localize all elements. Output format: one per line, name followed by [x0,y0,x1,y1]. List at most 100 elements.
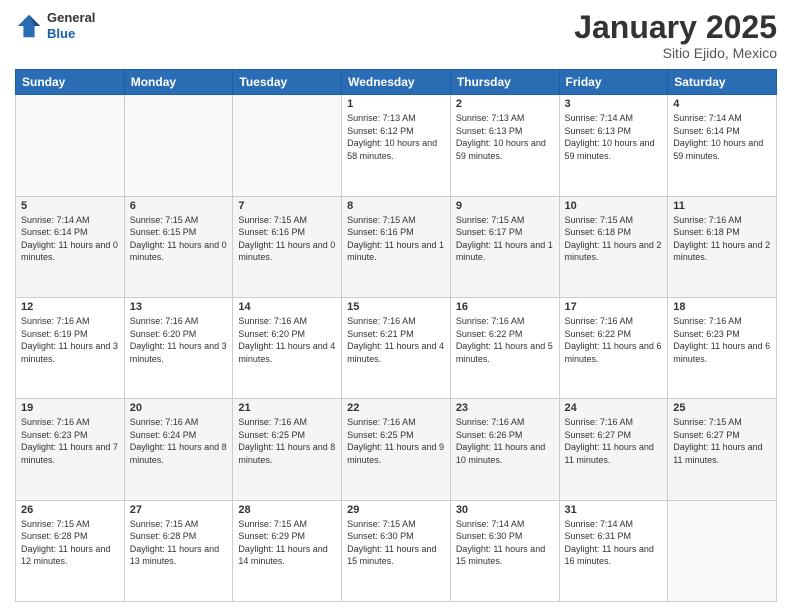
day-info: Sunrise: 7:16 AM Sunset: 6:23 PM Dayligh… [21,416,119,466]
day-number: 17 [565,301,663,313]
calendar-cell: 29 Sunrise: 7:15 AM Sunset: 6:30 PM Dayli… [342,500,451,601]
day-number: 23 [456,402,554,414]
day-info: Sunrise: 7:13 AM Sunset: 6:12 PM Dayligh… [347,112,445,162]
col-wednesday: Wednesday [342,70,451,95]
col-friday: Friday [559,70,668,95]
day-info: Sunrise: 7:14 AM Sunset: 6:13 PM Dayligh… [565,112,663,162]
calendar-cell: 18Sunrise: 7:16 AM Sunset: 6:23 PM Dayli… [668,297,777,398]
calendar-cell: 7Sunrise: 7:15 AM Sunset: 6:16 PM Daylig… [233,196,342,297]
day-number: 22 [347,402,445,414]
day-info: Sunrise: 7:13 AM Sunset: 6:13 PM Dayligh… [456,112,554,162]
calendar-cell: 28 Sunrise: 7:15 AM Sunset: 6:29 PM Dayli… [233,500,342,601]
day-number: 18 [673,301,771,313]
calendar-cell: 26 Sunrise: 7:15 AM Sunset: 6:28 PM Dayli… [16,500,125,601]
calendar-cell: 30 Sunrise: 7:14 AM Sunset: 6:30 PM Dayli… [450,500,559,601]
calendar-cell: 15 Sunrise: 7:16 AM Sunset: 6:21 PM Dayli… [342,297,451,398]
day-number: 10 [565,200,663,212]
calendar-cell: 23 Sunrise: 7:16 AM Sunset: 6:26 PM Dayli… [450,399,559,500]
day-number: 9 [456,200,554,212]
day-info: Sunrise: 7:16 AM Sunset: 6:22 PM Dayligh… [456,315,554,365]
day-info: Sunrise: 7:16 AM Sunset: 6:18 PM Dayligh… [673,214,771,264]
day-number: 26 [21,504,119,516]
calendar-cell: 27 Sunrise: 7:15 AM Sunset: 6:28 PM Dayli… [124,500,233,601]
logo-general-label: General [47,10,95,26]
day-info: Sunrise: 7:16 AM Sunset: 6:20 PM Dayligh… [238,315,336,365]
calendar-week-0: 1 Sunrise: 7:13 AM Sunset: 6:12 PM Daylig… [16,95,777,196]
calendar-cell: 4 Sunrise: 7:14 AM Sunset: 6:14 PM Daylig… [668,95,777,196]
title-block: January 2025 Sitio Ejido, Mexico [574,10,777,61]
calendar-cell: 17 Sunrise: 7:16 AM Sunset: 6:22 PM Dayli… [559,297,668,398]
day-number: 21 [238,402,336,414]
day-number: 14 [238,301,336,313]
day-info: Sunrise: 7:16 AM Sunset: 6:25 PM Dayligh… [347,416,445,466]
calendar-table: Sunday Monday Tuesday Wednesday Thursday… [15,69,777,602]
calendar-cell: 25 Sunrise: 7:15 AM Sunset: 6:27 PM Dayli… [668,399,777,500]
day-info: Sunrise: 7:15 AM Sunset: 6:30 PM Dayligh… [347,518,445,568]
calendar-cell [16,95,125,196]
subtitle: Sitio Ejido, Mexico [574,45,777,61]
logo-text: General Blue [47,10,95,41]
day-number: 28 [238,504,336,516]
day-info: Sunrise: 7:15 AM Sunset: 6:18 PM Dayligh… [565,214,663,264]
day-info: Sunrise: 7:16 AM Sunset: 6:22 PM Dayligh… [565,315,663,365]
day-info: Sunrise: 7:15 AM Sunset: 6:28 PM Dayligh… [21,518,119,568]
page: General Blue January 2025 Sitio Ejido, M… [0,0,792,612]
day-info: Sunrise: 7:14 AM Sunset: 6:14 PM Dayligh… [21,214,119,264]
logo-icon [15,12,43,40]
calendar-cell: 24Sunrise: 7:16 AM Sunset: 6:27 PM Dayli… [559,399,668,500]
day-info: Sunrise: 7:15 AM Sunset: 6:15 PM Dayligh… [130,214,228,264]
day-number: 31 [565,504,663,516]
day-number: 29 [347,504,445,516]
day-info: Sunrise: 7:16 AM Sunset: 6:25 PM Dayligh… [238,416,336,466]
day-info: Sunrise: 7:15 AM Sunset: 6:29 PM Dayligh… [238,518,336,568]
calendar-cell: 31 Sunrise: 7:14 AM Sunset: 6:31 PM Dayli… [559,500,668,601]
calendar-cell: 10 Sunrise: 7:15 AM Sunset: 6:18 PM Dayli… [559,196,668,297]
calendar-cell: 6Sunrise: 7:15 AM Sunset: 6:15 PM Daylig… [124,196,233,297]
calendar-cell: 14 Sunrise: 7:16 AM Sunset: 6:20 PM Dayli… [233,297,342,398]
day-info: Sunrise: 7:16 AM Sunset: 6:19 PM Dayligh… [21,315,119,365]
calendar-cell: 9 Sunrise: 7:15 AM Sunset: 6:17 PM Daylig… [450,196,559,297]
logo: General Blue [15,10,95,41]
day-info: Sunrise: 7:16 AM Sunset: 6:26 PM Dayligh… [456,416,554,466]
day-number: 15 [347,301,445,313]
day-info: Sunrise: 7:16 AM Sunset: 6:27 PM Dayligh… [565,416,663,466]
day-info: Sunrise: 7:15 AM Sunset: 6:16 PM Dayligh… [347,214,445,264]
day-number: 1 [347,98,445,110]
day-info: Sunrise: 7:14 AM Sunset: 6:31 PM Dayligh… [565,518,663,568]
day-number: 20 [130,402,228,414]
day-info: Sunrise: 7:16 AM Sunset: 6:20 PM Dayligh… [130,315,228,365]
day-info: Sunrise: 7:15 AM Sunset: 6:17 PM Dayligh… [456,214,554,264]
day-info: Sunrise: 7:16 AM Sunset: 6:24 PM Dayligh… [130,416,228,466]
calendar-cell: 19 Sunrise: 7:16 AM Sunset: 6:23 PM Dayli… [16,399,125,500]
calendar-cell: 12Sunrise: 7:16 AM Sunset: 6:19 PM Dayli… [16,297,125,398]
day-info: Sunrise: 7:16 AM Sunset: 6:21 PM Dayligh… [347,315,445,365]
day-number: 27 [130,504,228,516]
calendar-cell [668,500,777,601]
calendar-cell: 1 Sunrise: 7:13 AM Sunset: 6:12 PM Daylig… [342,95,451,196]
day-number: 4 [673,98,771,110]
day-number: 11 [673,200,771,212]
calendar-header-row: Sunday Monday Tuesday Wednesday Thursday… [16,70,777,95]
calendar-cell: 3Sunrise: 7:14 AM Sunset: 6:13 PM Daylig… [559,95,668,196]
day-info: Sunrise: 7:15 AM Sunset: 6:27 PM Dayligh… [673,416,771,466]
day-info: Sunrise: 7:14 AM Sunset: 6:30 PM Dayligh… [456,518,554,568]
calendar-cell [124,95,233,196]
calendar-cell: 8Sunrise: 7:15 AM Sunset: 6:16 PM Daylig… [342,196,451,297]
day-info: Sunrise: 7:15 AM Sunset: 6:28 PM Dayligh… [130,518,228,568]
calendar-cell: 16 Sunrise: 7:16 AM Sunset: 6:22 PM Dayli… [450,297,559,398]
day-number: 30 [456,504,554,516]
day-number: 5 [21,200,119,212]
day-number: 16 [456,301,554,313]
logo-blue-label: Blue [47,26,95,42]
calendar-cell: 5 Sunrise: 7:14 AM Sunset: 6:14 PM Daylig… [16,196,125,297]
calendar-cell: 13Sunrise: 7:16 AM Sunset: 6:20 PM Dayli… [124,297,233,398]
calendar-cell: 20 Sunrise: 7:16 AM Sunset: 6:24 PM Dayli… [124,399,233,500]
day-number: 2 [456,98,554,110]
calendar-week-2: 12Sunrise: 7:16 AM Sunset: 6:19 PM Dayli… [16,297,777,398]
day-number: 19 [21,402,119,414]
col-sunday: Sunday [16,70,125,95]
col-monday: Monday [124,70,233,95]
day-number: 25 [673,402,771,414]
day-info: Sunrise: 7:14 AM Sunset: 6:14 PM Dayligh… [673,112,771,162]
calendar-week-3: 19 Sunrise: 7:16 AM Sunset: 6:23 PM Dayli… [16,399,777,500]
